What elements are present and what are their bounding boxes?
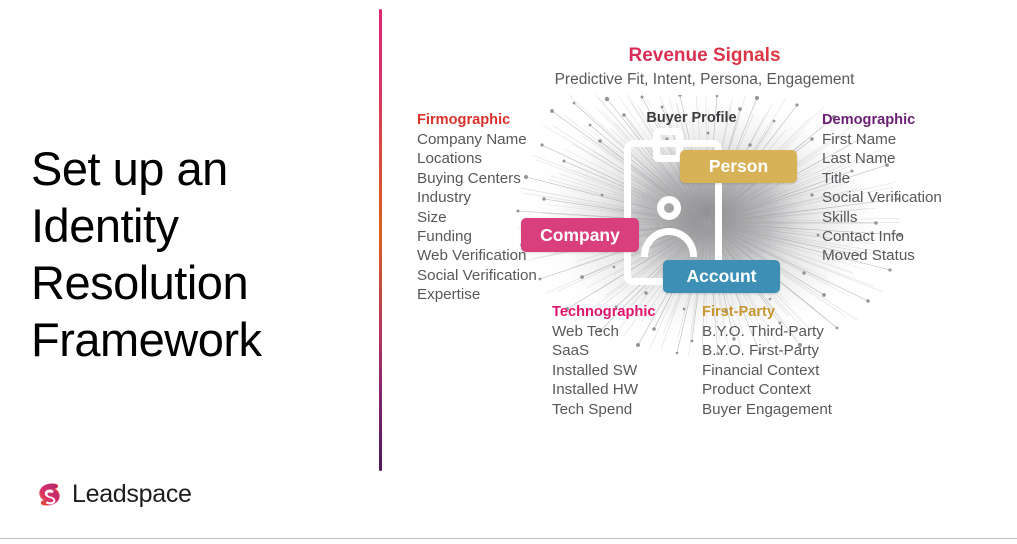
slide-root: Set up an Identity Resolution Framework bbox=[0, 0, 1017, 544]
column-first-party: First-Party B.Y.O. Third-Party B.Y.O. Fir… bbox=[702, 304, 832, 419]
logo-text: Leadspace bbox=[72, 480, 192, 508]
column-item: Contact Info bbox=[822, 228, 904, 246]
column-item: Size bbox=[417, 208, 447, 226]
revenue-signals-title: Revenue Signals bbox=[392, 45, 1017, 67]
column-item: Expertise bbox=[417, 286, 481, 304]
page-title: Set up an Identity Resolution Framework bbox=[31, 140, 361, 368]
pill-account-label: Account bbox=[686, 266, 757, 286]
column-heading: Demographic bbox=[822, 112, 916, 128]
column-item: Web Tech bbox=[552, 323, 619, 340]
column-item: Last Name bbox=[822, 150, 896, 168]
column-item: First Name bbox=[822, 131, 897, 148]
column-item: Tech Spend bbox=[552, 400, 633, 418]
leadspace-logo: Leadspace bbox=[36, 480, 192, 509]
column-item: B.Y.O. First-Party bbox=[702, 342, 820, 360]
column-items: B.Y.O. Third-Party B.Y.O. First-Party Fina… bbox=[702, 322, 832, 419]
column-item: Buyer Engagement bbox=[702, 400, 833, 418]
column-item: Title bbox=[822, 169, 851, 187]
title-line: Identity bbox=[31, 199, 179, 252]
column-item: Installed HW bbox=[552, 381, 639, 399]
column-heading: Firmographic bbox=[417, 112, 511, 128]
column-item: Buying Centers bbox=[417, 169, 521, 187]
vertical-divider bbox=[379, 9, 382, 471]
column-demographic: Demographic First Name Last Name Title Soci… bbox=[822, 112, 942, 266]
column-item: Product Context bbox=[702, 381, 811, 399]
column-item: Skills bbox=[822, 208, 858, 226]
column-item: Funding bbox=[417, 228, 472, 246]
column-item: Company Name bbox=[417, 131, 527, 148]
column-heading: First-Party bbox=[702, 304, 775, 320]
identity-resolution-diagram: Revenue Signals Predictive Fit, Intent, … bbox=[392, 0, 1017, 470]
title-line: Framework bbox=[31, 313, 262, 366]
column-item: Installed SW bbox=[552, 361, 638, 379]
column-firmographic: Firmographic Company Name Locations Buying… bbox=[417, 112, 537, 305]
column-item: Social Verification bbox=[822, 189, 942, 207]
column-heading: Technographic bbox=[552, 304, 656, 320]
pill-person-label: Person bbox=[708, 156, 769, 176]
title-line: Resolution bbox=[31, 256, 249, 309]
column-item: Web Verification bbox=[417, 247, 527, 265]
leadspace-swoosh-icon bbox=[39, 483, 60, 506]
column-item: Locations bbox=[417, 150, 483, 168]
column-items: Company Name Locations Buying Centers Indus… bbox=[417, 130, 537, 305]
column-technographic: Technographic Web Tech SaaS Installed SW In… bbox=[552, 304, 656, 419]
column-items: First Name Last Name Title Social Verificat… bbox=[822, 130, 942, 266]
column-items: Web Tech SaaS Installed SW Installed HW Tech… bbox=[552, 322, 656, 419]
title-line: Set up an bbox=[31, 142, 228, 195]
person-head-icon bbox=[657, 196, 681, 220]
pill-company-label: Company bbox=[540, 224, 620, 245]
column-item: Financial Context bbox=[702, 361, 820, 379]
pill-person[interactable]: Person bbox=[680, 150, 797, 183]
column-item: SaaS bbox=[552, 342, 590, 360]
column-item: Industry bbox=[417, 189, 472, 207]
revenue-signals-subtitle: Predictive Fit, Intent, Persona, Engagem… bbox=[554, 71, 855, 88]
pill-account[interactable]: Account bbox=[663, 260, 780, 293]
bottom-rule bbox=[0, 538, 1017, 539]
column-item: B.Y.O. Third-Party bbox=[702, 323, 824, 340]
column-item: Social Verification bbox=[417, 266, 537, 284]
column-item: Moved Status bbox=[822, 247, 915, 265]
pill-company[interactable]: Company bbox=[521, 218, 639, 252]
id-card-clip-icon bbox=[653, 128, 683, 162]
